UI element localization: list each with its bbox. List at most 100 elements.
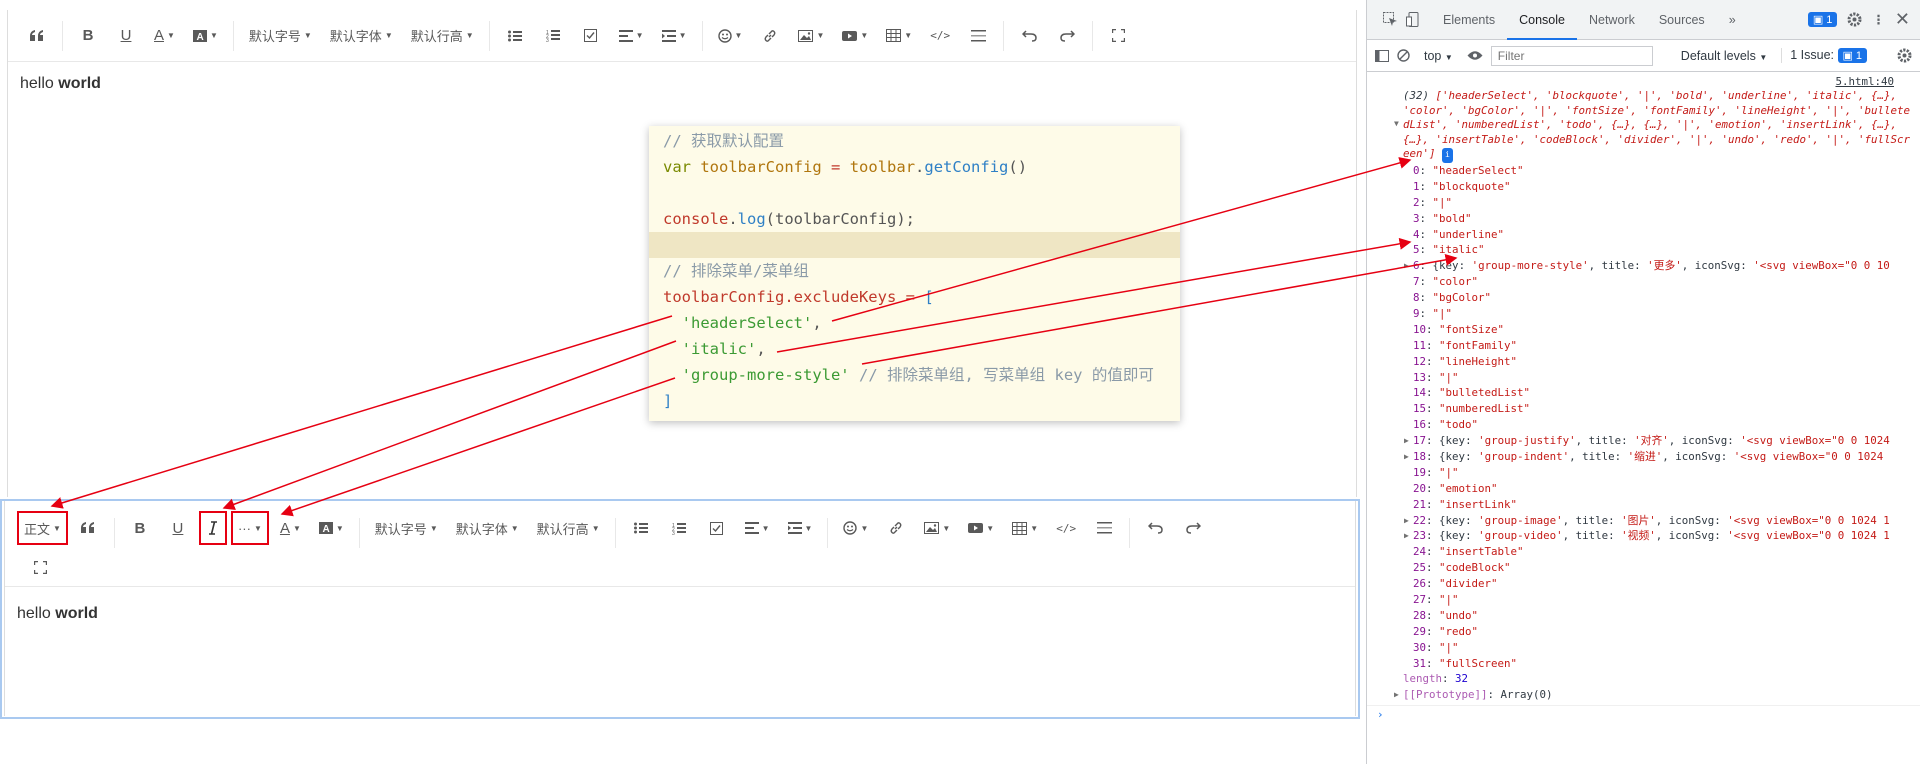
font-color-button[interactable]: A ▼ bbox=[149, 20, 180, 52]
redo-button[interactable] bbox=[1178, 513, 1208, 543]
fullscreen-button[interactable] bbox=[25, 552, 55, 582]
array-item: 31: "fullScreen" bbox=[1367, 656, 1920, 672]
array-item: 8: "bgColor" bbox=[1367, 290, 1920, 306]
tab-elements[interactable]: Elements bbox=[1431, 0, 1507, 40]
context-select[interactable]: top ▼ bbox=[1424, 49, 1453, 63]
divider-button[interactable] bbox=[963, 20, 993, 52]
bulleted-list-button[interactable] bbox=[626, 513, 656, 543]
tab-console[interactable]: Console bbox=[1507, 0, 1577, 40]
array-summary[interactable]: ▼ (32) ['headerSelect', 'blockquote', '|'… bbox=[1367, 89, 1920, 163]
numbered-list-button[interactable]: 123 bbox=[538, 20, 568, 52]
issues-button[interactable]: 1 Issue: ▣ 1 bbox=[1781, 48, 1868, 63]
blockquote-button[interactable] bbox=[74, 513, 104, 543]
justify-button[interactable]: ▼ bbox=[740, 513, 775, 543]
array-item-object[interactable]: ▶ 23: {key: 'group-video', title: '视频', i… bbox=[1367, 528, 1920, 544]
gear-icon[interactable] bbox=[1847, 12, 1862, 27]
chevron-down-icon: ▼ bbox=[734, 31, 743, 40]
image-button[interactable]: ▼ bbox=[919, 513, 955, 543]
array-item-object[interactable]: ▶ 17: {key: 'group-justify', title: '对齐',… bbox=[1367, 433, 1920, 449]
sidebar-toggle-icon[interactable] bbox=[1375, 49, 1389, 62]
insert-link-button[interactable] bbox=[755, 20, 785, 52]
todo-button[interactable] bbox=[702, 513, 732, 543]
underline-button[interactable]: U bbox=[163, 513, 193, 543]
close-icon[interactable]: ✕ bbox=[1895, 9, 1910, 30]
font-size-select[interactable]: 默认字号 ▼ bbox=[370, 513, 443, 543]
bulleted-list-button[interactable] bbox=[500, 20, 530, 52]
emotion-button[interactable]: ▼ bbox=[713, 20, 748, 52]
clear-console-icon[interactable] bbox=[1397, 49, 1410, 62]
item-index: 26 bbox=[1413, 577, 1427, 591]
issues-badge: ▣ 1 bbox=[1837, 48, 1868, 63]
bg-color-button[interactable]: A ▼ bbox=[188, 20, 223, 52]
indent-button[interactable]: ▼ bbox=[783, 513, 818, 543]
insert-link-button[interactable] bbox=[881, 513, 911, 543]
font-size-select[interactable]: 默认字号 ▼ bbox=[244, 20, 317, 52]
content-bold-text: world bbox=[55, 605, 98, 622]
redo-icon bbox=[1059, 29, 1075, 42]
font-family-select[interactable]: 默认字体 ▼ bbox=[451, 513, 524, 543]
underline-icon: U bbox=[120, 27, 132, 44]
divider-button[interactable] bbox=[1089, 513, 1119, 543]
prop-key: iconSvg bbox=[1675, 450, 1721, 463]
item-index: 28 bbox=[1413, 608, 1427, 622]
inspect-element-icon[interactable] bbox=[1383, 12, 1398, 27]
line-height-select[interactable]: 默认行高 ▼ bbox=[406, 20, 479, 52]
colon: : bbox=[1426, 481, 1440, 495]
line-height-select[interactable]: 默认行高 ▼ bbox=[532, 513, 605, 543]
editor-content-bottom[interactable]: hello world bbox=[17, 605, 98, 623]
code-block-button[interactable]: </> bbox=[925, 20, 955, 52]
colon: : bbox=[1614, 450, 1628, 463]
insert-table-button[interactable]: ▼ bbox=[1007, 513, 1043, 543]
bold-button[interactable]: B bbox=[73, 20, 103, 52]
comma: , bbox=[1655, 529, 1669, 543]
tab-sources[interactable]: Sources bbox=[1647, 0, 1717, 40]
font-color-button[interactable]: A ▼ bbox=[275, 513, 306, 543]
underline-button[interactable]: U bbox=[111, 20, 141, 52]
code-dot: . bbox=[915, 158, 925, 176]
undo-button[interactable] bbox=[1140, 513, 1170, 543]
more-style-button[interactable]: ··· ▼ bbox=[230, 511, 269, 545]
kebab-menu-icon[interactable]: ⋮ bbox=[1872, 12, 1885, 27]
array-item-object[interactable]: ▶ 22: {key: 'group-image', title: '图片', i… bbox=[1367, 513, 1920, 529]
indent-button[interactable]: ▼ bbox=[657, 20, 692, 52]
redo-button[interactable] bbox=[1052, 20, 1082, 52]
array-item-object[interactable]: ▶ 6: {key: 'group-more-style', title: '更多… bbox=[1367, 258, 1920, 274]
insert-table-button[interactable]: ▼ bbox=[881, 20, 917, 52]
bg-color-button[interactable]: A ▼ bbox=[314, 513, 349, 543]
code-block-button[interactable]: </> bbox=[1051, 513, 1081, 543]
device-toolbar-icon[interactable] bbox=[1406, 12, 1421, 27]
issues-badge[interactable]: ▣ 1 bbox=[1807, 12, 1838, 27]
header-select[interactable]: 正文 ▼ bbox=[17, 511, 68, 545]
blockquote-button[interactable] bbox=[22, 20, 52, 52]
numbered-list-button[interactable]: 123 bbox=[664, 513, 694, 543]
console-prompt[interactable]: › bbox=[1367, 705, 1920, 723]
more-tabs-button[interactable]: » bbox=[1717, 0, 1748, 40]
undo-button[interactable] bbox=[1014, 20, 1044, 52]
gear-icon[interactable] bbox=[1897, 48, 1912, 63]
video-button[interactable]: ▼ bbox=[837, 20, 873, 52]
colon: : bbox=[1426, 450, 1440, 463]
log-levels-select[interactable]: Default levels ▼ bbox=[1681, 49, 1767, 63]
array-item-object[interactable]: ▶ 18: {key: 'group-indent', title: '缩进', … bbox=[1367, 449, 1920, 465]
font-family-select[interactable]: 默认字体 ▼ bbox=[325, 20, 398, 52]
image-button[interactable]: ▼ bbox=[793, 20, 829, 52]
colon: : bbox=[1419, 243, 1433, 257]
bg-color-icon: A bbox=[192, 29, 207, 42]
video-button[interactable]: ▼ bbox=[963, 513, 999, 543]
prototype-row[interactable]: ▶ [[Prototype]]: Array(0) bbox=[1367, 687, 1920, 703]
todo-button[interactable] bbox=[576, 20, 606, 52]
emotion-button[interactable]: ▼ bbox=[838, 513, 873, 543]
source-link[interactable]: 5.html:40 bbox=[1367, 74, 1920, 89]
editor-content-top[interactable]: hello world bbox=[20, 75, 101, 93]
code-line: // 获取默认配置 bbox=[649, 128, 1180, 154]
expand-triangle-icon: ▶ bbox=[1404, 515, 1409, 525]
comma: , bbox=[1569, 450, 1583, 463]
italic-button[interactable] bbox=[198, 511, 227, 545]
fullscreen-button[interactable] bbox=[1103, 20, 1133, 52]
tab-network[interactable]: Network bbox=[1577, 0, 1647, 40]
justify-button[interactable]: ▼ bbox=[614, 20, 649, 52]
comma: , bbox=[1662, 450, 1676, 463]
bold-button[interactable]: B bbox=[125, 513, 155, 543]
eye-icon[interactable] bbox=[1467, 50, 1483, 61]
filter-input[interactable] bbox=[1490, 45, 1653, 66]
